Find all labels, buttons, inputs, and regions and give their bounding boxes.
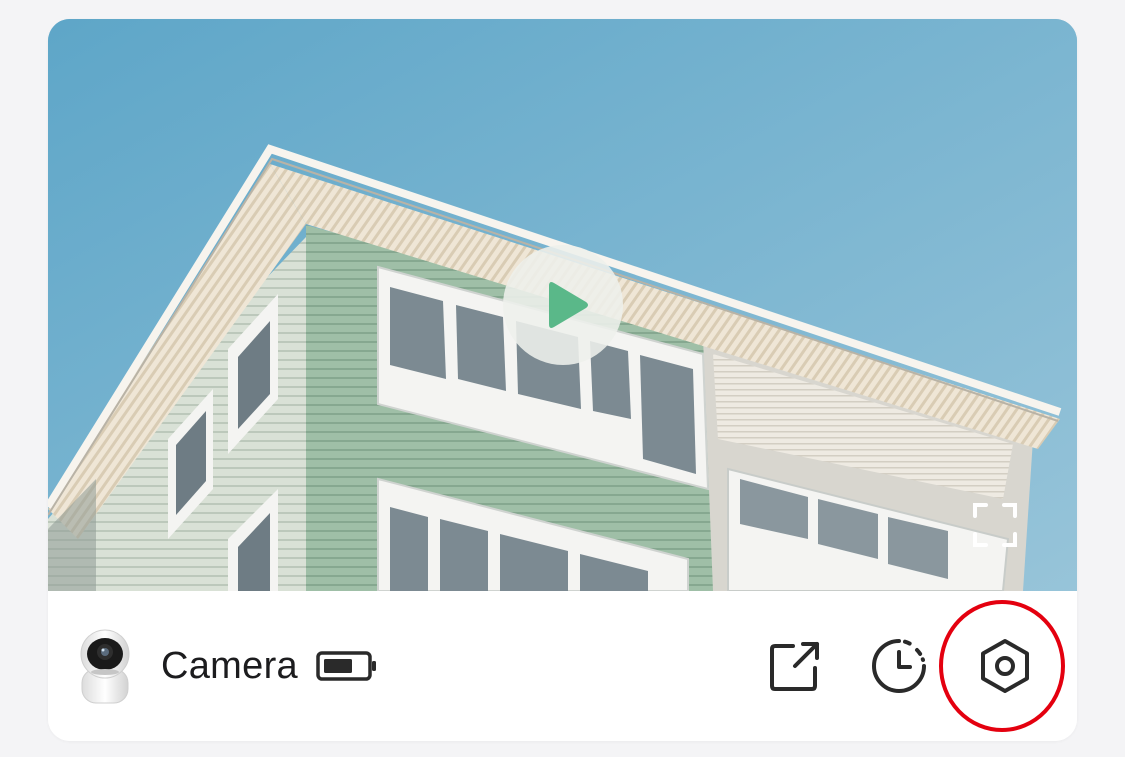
share-button[interactable] [765, 636, 825, 696]
camera-preview[interactable] [48, 19, 1077, 591]
play-icon [549, 282, 588, 328]
settings-hexagon-icon [981, 639, 1029, 693]
clock-history-icon [872, 639, 926, 693]
camera-card[interactable]: Camera [48, 19, 1077, 741]
fullscreen-icon [973, 503, 1017, 547]
device-name: Camera [161, 645, 298, 687]
history-button[interactable] [869, 636, 929, 696]
fullscreen-button[interactable] [972, 502, 1018, 548]
security-camera-icon [80, 629, 130, 704]
battery-icon [316, 651, 376, 681]
share-external-icon [770, 642, 819, 691]
settings-button[interactable] [975, 636, 1035, 696]
play-button[interactable] [503, 245, 623, 365]
card-footer: Camera [48, 591, 1077, 741]
